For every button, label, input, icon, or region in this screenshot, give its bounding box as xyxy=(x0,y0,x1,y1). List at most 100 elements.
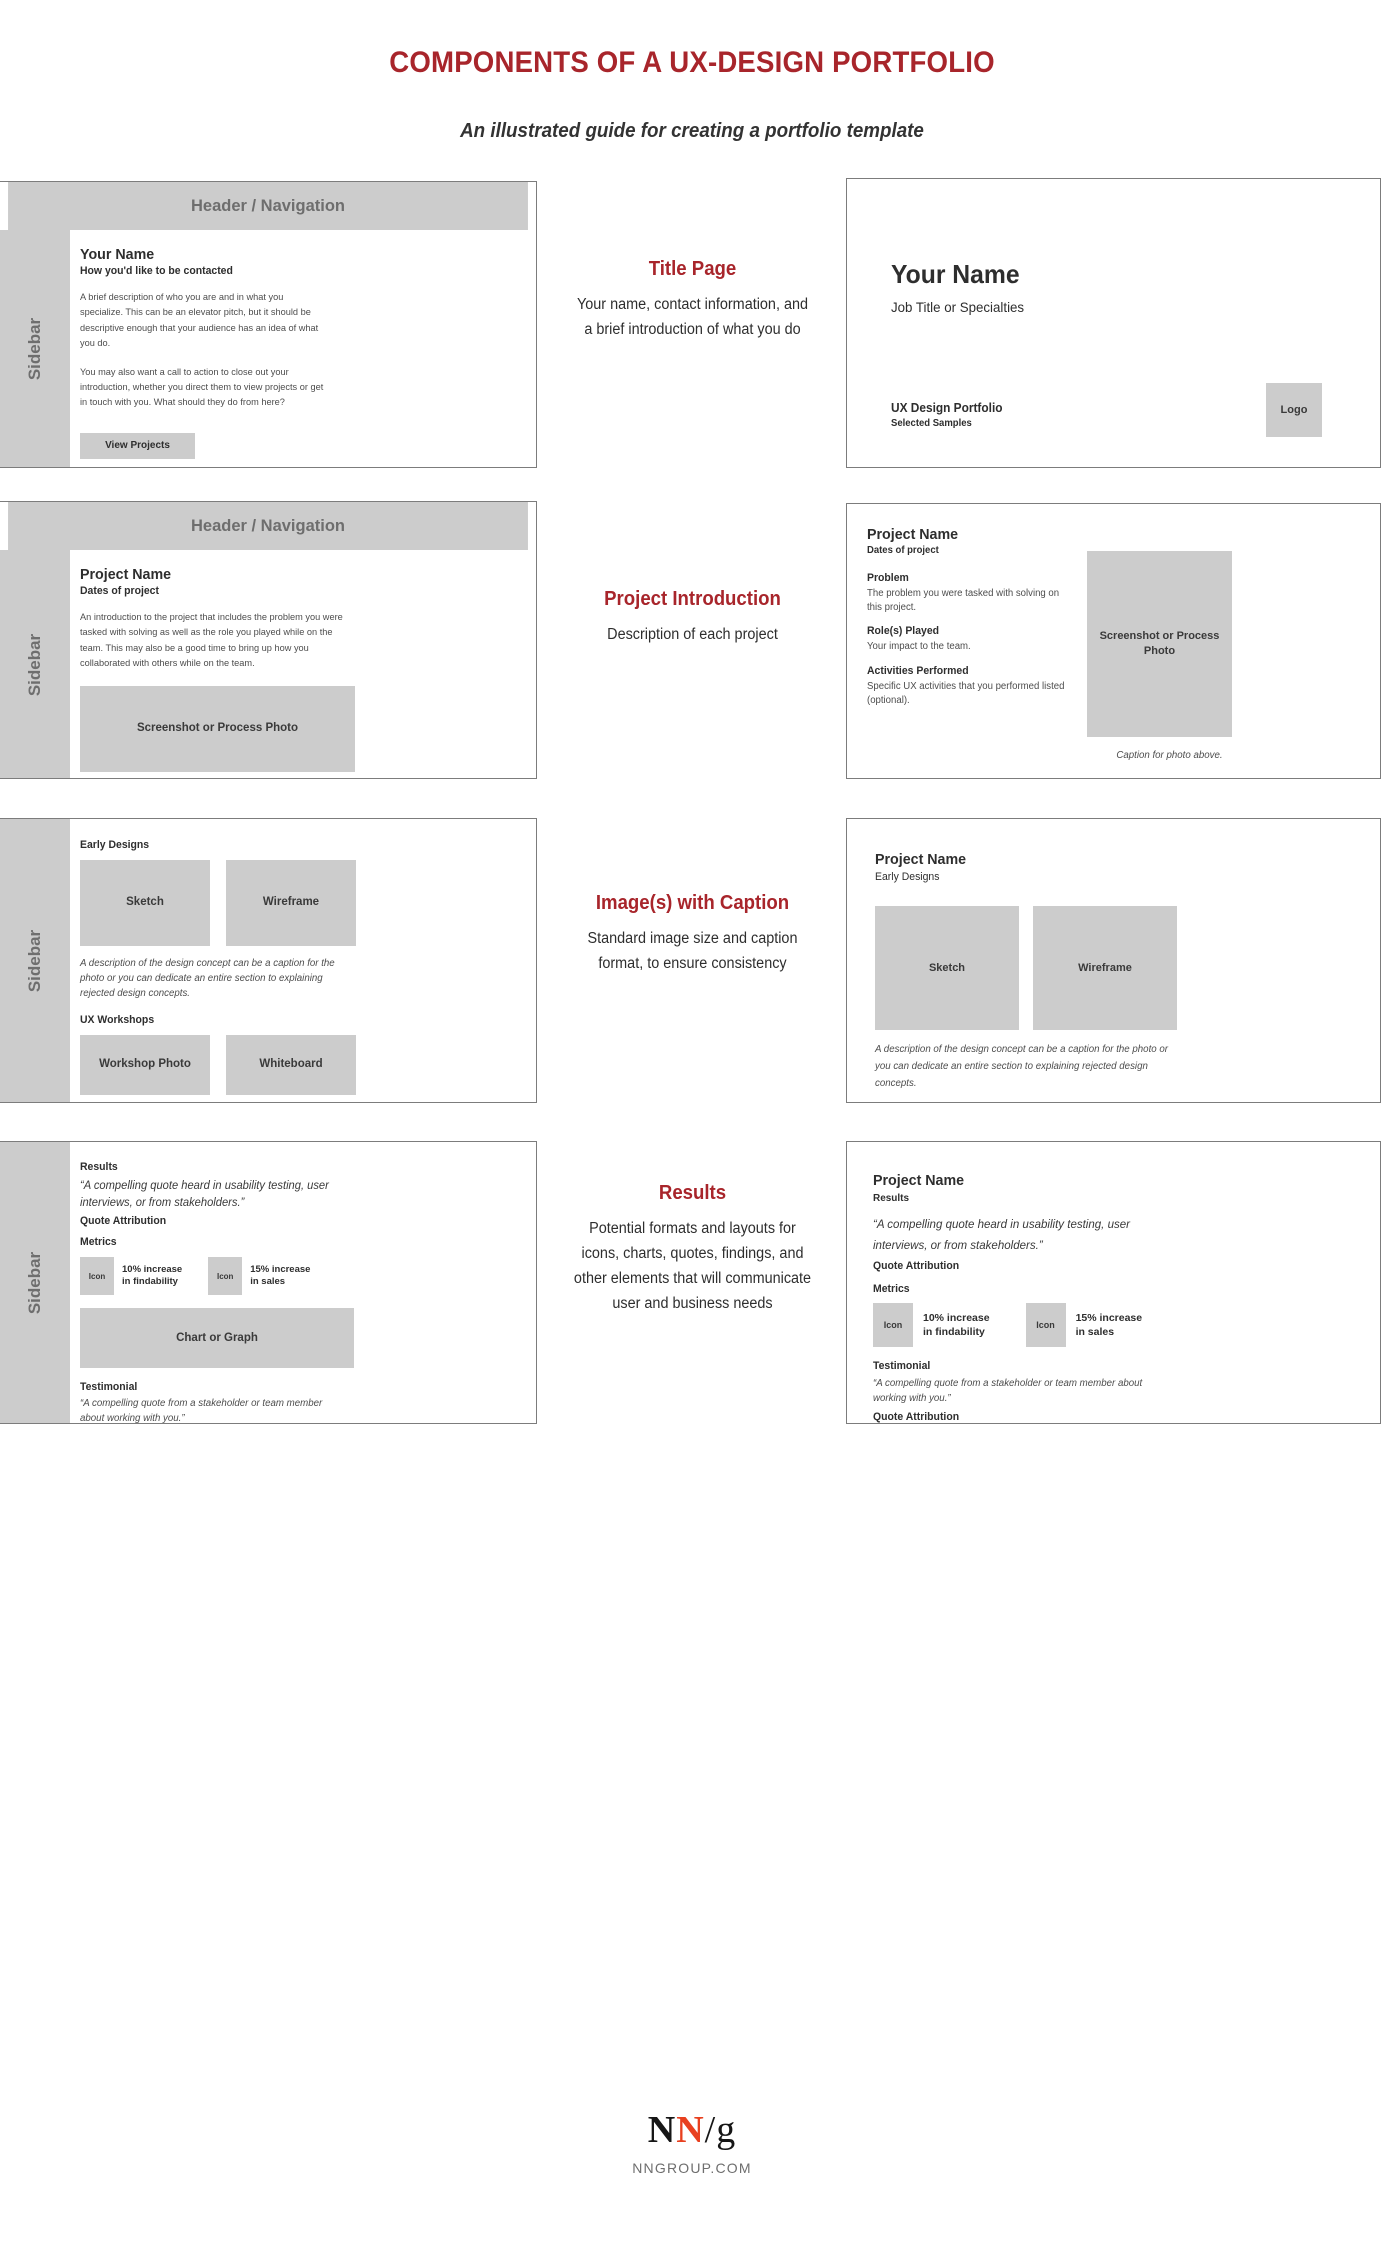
section-label-metrics: Metrics xyxy=(873,1283,910,1295)
pdf-mockup-results: Project Name Results “A compelling quote… xyxy=(846,1141,1381,1424)
explanation-desc: Standard image size and caption format, … xyxy=(587,930,798,972)
pdf-mockup-title-page: Your Name Job Title or Specialties UX De… xyxy=(846,178,1381,468)
pdf-project-name-heading: Project Name xyxy=(867,526,959,543)
metric-item: Icon 10% increase in findability xyxy=(80,1257,183,1296)
logo-url: NNGROUP.COM xyxy=(632,2160,752,2176)
explanation-project-intro: Project Introduction Description of each… xyxy=(565,588,820,648)
design-caption: A description of the design concept can … xyxy=(80,958,335,999)
pdf-mockup-project-intro: Project Name Dates of project Problem Th… xyxy=(846,503,1381,779)
project-intro-paragraph: An introduction to the project that incl… xyxy=(80,612,343,670)
logo-mark: NN/g xyxy=(0,2108,1384,2152)
metric-line1: 15% increase xyxy=(1075,1311,1143,1324)
section-label-activities: Activities Performed xyxy=(867,664,969,677)
pdf-project-dates: Dates of project xyxy=(867,545,939,556)
metric-line2: in findability xyxy=(122,1276,178,1288)
workshop-photo-placeholder-box: Workshop Photo xyxy=(80,1035,210,1095)
pdf-job-title: Job Title or Specialties xyxy=(891,299,1025,315)
screenshot-placeholder-box: Screenshot or Process Photo xyxy=(1087,551,1232,737)
design-caption: A description of the design concept can … xyxy=(875,1044,1169,1090)
logo-letter-n1: N xyxy=(647,2109,677,2151)
web-header-nav[interactable]: Header / Navigation xyxy=(8,182,528,230)
metric-icon: Icon xyxy=(208,1257,243,1296)
explanation-results: Results Potential formats and layouts fo… xyxy=(565,1182,820,1316)
metric-line1: 15% increase xyxy=(250,1263,311,1275)
explanation-title: Results xyxy=(658,1182,727,1204)
pdf-footer-line1: UX Design Portfolio xyxy=(891,401,1003,415)
metric-icon: Icon xyxy=(80,1257,114,1296)
metric-icon: Icon xyxy=(873,1303,913,1347)
explanation-title: Project Introduction xyxy=(604,588,781,610)
web-mockup-images-caption: Sidebar Early Designs Sketch Wireframe A… xyxy=(0,818,537,1103)
metric-item: Icon 15% increase in sales xyxy=(208,1257,311,1296)
section-label-results: Results xyxy=(80,1161,118,1173)
wireframe-placeholder-box: Wireframe xyxy=(1033,906,1177,1030)
quote-attribution: Quote Attribution xyxy=(80,1215,167,1228)
section-label-testimonial: Testimonial xyxy=(80,1381,138,1394)
metric-line1: 10% increase xyxy=(923,1311,990,1324)
sketch-placeholder-box: Sketch xyxy=(875,906,1019,1030)
wireframe-placeholder-box: Wireframe xyxy=(226,860,356,946)
testimonial-attribution: Quote Attribution xyxy=(873,1411,960,1423)
section-label-metrics: Metrics xyxy=(80,1236,117,1249)
logo-slash-g: /g xyxy=(704,2109,737,2151)
project-name-heading: Project Name xyxy=(80,566,172,583)
explanation-desc: Description of each project xyxy=(607,626,778,644)
explanation-images-caption: Image(s) with Caption Standard image siz… xyxy=(565,892,820,977)
explanation-title: Image(s) with Caption xyxy=(595,892,790,914)
web-sidebar-label: Sidebar xyxy=(25,1251,44,1314)
intro-paragraph-2: You may also want a call to action to cl… xyxy=(80,366,324,409)
web-header-nav[interactable]: Header / Navigation xyxy=(8,502,528,550)
section-label-roles: Role(s) Played xyxy=(867,625,940,638)
section-text-problem: The problem you were tasked with solving… xyxy=(867,588,1060,614)
web-mockup-title-page: Header / Navigation Sidebar Your Name Ho… xyxy=(0,181,537,468)
section-text-roles: Your impact to the team. xyxy=(867,641,971,653)
section-label-testimonial: Testimonial xyxy=(873,1360,931,1372)
metric-item: Icon 15% increase in sales xyxy=(1025,1303,1143,1347)
intro-paragraph-1: A brief description of who you are and i… xyxy=(80,292,319,350)
whiteboard-placeholder-box: Whiteboard xyxy=(226,1035,356,1095)
logo-letter-n2: N xyxy=(676,2109,705,2151)
web-sidebar-label: Sidebar xyxy=(25,929,44,992)
metric-item: Icon 10% increase in findability xyxy=(873,1303,990,1347)
logo-placeholder-box: Logo xyxy=(1266,383,1322,437)
section-label-problem: Problem xyxy=(867,572,909,584)
metric-line1: 10% increase xyxy=(122,1263,183,1275)
quote-attribution: Quote Attribution xyxy=(873,1260,960,1272)
web-mockup-results: Sidebar Results “A compelling quote hear… xyxy=(0,1141,537,1424)
your-name-heading: Your Name xyxy=(80,246,155,263)
contact-subheading: How you'd like to be contacted xyxy=(80,265,233,277)
section-label-ux-workshops: UX Workshops xyxy=(80,1014,155,1026)
metric-line2: in findability xyxy=(923,1326,985,1338)
pdf-early-designs-subheading: Early Designs xyxy=(875,871,940,883)
web-sidebar[interactable]: Sidebar xyxy=(0,230,70,467)
pdf-project-name-heading: Project Name xyxy=(873,1172,965,1189)
pdf-project-name-heading: Project Name xyxy=(875,851,967,868)
metric-icon: Icon xyxy=(1025,1303,1066,1347)
explanation-title-page: Title Page Your name, contact informatio… xyxy=(565,258,820,343)
web-sidebar[interactable]: Sidebar xyxy=(0,1142,70,1423)
view-projects-button[interactable]: View Projects xyxy=(80,432,195,459)
web-sidebar[interactable]: Sidebar xyxy=(0,819,70,1102)
pdf-your-name-heading: Your Name xyxy=(891,259,1020,289)
web-sidebar-label: Sidebar xyxy=(25,633,44,696)
pdf-results-subheading: Results xyxy=(873,1192,910,1204)
explanation-title: Title Page xyxy=(648,258,737,280)
web-sidebar[interactable]: Sidebar xyxy=(0,550,70,778)
metric-line2: in sales xyxy=(1075,1326,1115,1338)
explanation-desc: Potential formats and layouts for icons,… xyxy=(573,1220,812,1312)
screenshot-placeholder-box: Screenshot or Process Photo xyxy=(80,685,355,772)
web-sidebar-label: Sidebar xyxy=(25,317,44,381)
metric-line2: in sales xyxy=(250,1276,286,1288)
pdf-mockup-images-caption: Project Name Early Designs Sketch Wirefr… xyxy=(846,818,1381,1103)
project-dates: Dates of project xyxy=(80,585,159,597)
page-subtitle: An illustrated guide for creating a port… xyxy=(460,120,924,142)
explanation-desc: Your name, contact information, and a br… xyxy=(576,296,809,338)
section-label-early-designs: Early Designs xyxy=(80,839,150,851)
results-quote: “A compelling quote heard in usability t… xyxy=(80,1180,329,1209)
nng-logo: NN/g NNGROUP.COM xyxy=(0,2108,1384,2176)
web-mockup-project-intro: Header / Navigation Sidebar Project Name… xyxy=(0,501,537,779)
pdf-footer-line2: Selected Samples xyxy=(891,418,972,429)
page-title: COMPONENTS OF A UX-DESIGN PORTFOLIO xyxy=(389,46,995,79)
testimonial-quote: “A compelling quote from a stakeholder o… xyxy=(873,1378,1143,1404)
chart-placeholder-box: Chart or Graph xyxy=(80,1308,354,1369)
